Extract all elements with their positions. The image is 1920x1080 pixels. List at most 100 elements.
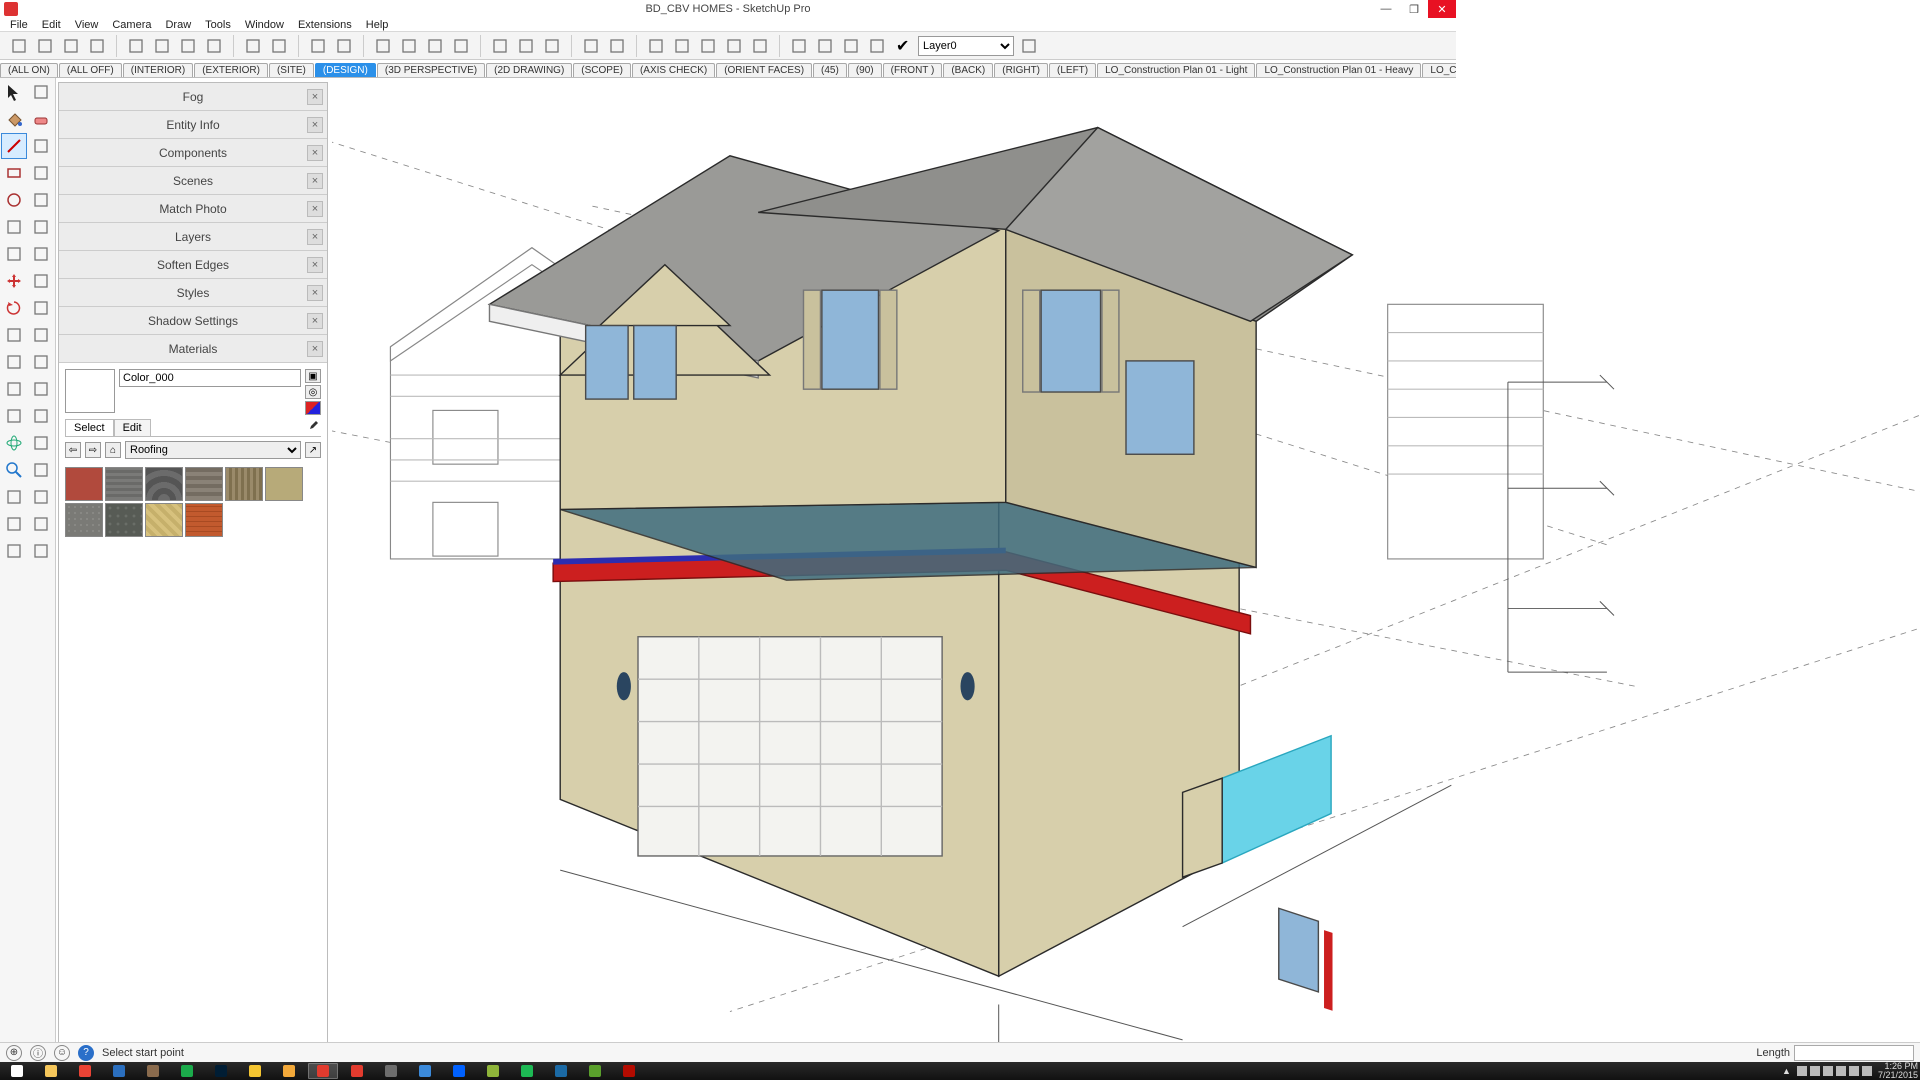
scene-tab[interactable]: LO_Construction Plan 01 - Light bbox=[1097, 63, 1255, 77]
outliner3-icon[interactable] bbox=[424, 35, 446, 57]
text-icon[interactable] bbox=[28, 376, 54, 402]
outliner4-icon[interactable] bbox=[450, 35, 472, 57]
taskbar-chrome-icon[interactable] bbox=[70, 1063, 100, 1079]
scene-tab[interactable]: (ALL ON) bbox=[0, 63, 58, 77]
model-viewport[interactable] bbox=[332, 78, 1920, 1054]
menu-extensions[interactable]: Extensions bbox=[292, 19, 358, 31]
rotate-icon[interactable] bbox=[1, 295, 27, 321]
text-a-icon[interactable] bbox=[242, 35, 264, 57]
materials-tab-edit[interactable]: Edit bbox=[114, 419, 151, 436]
text-z-icon[interactable] bbox=[268, 35, 290, 57]
tray-panel-close-icon[interactable]: × bbox=[307, 313, 323, 329]
materials-popout-icon[interactable]: ↗ bbox=[305, 442, 321, 458]
material-swatch-roofing-brick[interactable] bbox=[185, 503, 223, 537]
move-icon[interactable] bbox=[1, 268, 27, 294]
scene-tab[interactable]: (ORIENT FACES) bbox=[716, 63, 812, 77]
tray-panel-shadow-settings[interactable]: Shadow Settings× bbox=[59, 307, 327, 335]
freehand-icon[interactable] bbox=[28, 133, 54, 159]
tape-icon[interactable] bbox=[1, 349, 27, 375]
tray-mini-icon[interactable] bbox=[1836, 1066, 1846, 1076]
plan3-icon[interactable] bbox=[840, 35, 862, 57]
taskbar-gimp-icon[interactable] bbox=[138, 1063, 168, 1079]
taskbar-terminal-icon[interactable] bbox=[376, 1063, 406, 1079]
zoom-icon[interactable] bbox=[1, 457, 27, 483]
roof2-icon[interactable] bbox=[606, 35, 628, 57]
taskbar-spotify-icon[interactable] bbox=[512, 1063, 542, 1079]
material-swatch-roofing-gray-shingle[interactable] bbox=[105, 467, 143, 501]
prev-icon[interactable] bbox=[28, 538, 54, 564]
cube1-icon[interactable] bbox=[125, 35, 147, 57]
polygon-icon[interactable] bbox=[28, 187, 54, 213]
user-icon[interactable]: ☺ bbox=[54, 1045, 70, 1061]
tray-panel-close-icon[interactable]: × bbox=[307, 257, 323, 273]
orbit-icon[interactable] bbox=[1, 430, 27, 456]
scene-tab[interactable]: (BACK) bbox=[943, 63, 993, 77]
earth-icon[interactable] bbox=[86, 35, 108, 57]
taskbar-sketchup-icon[interactable] bbox=[308, 1063, 338, 1079]
taskbar-clock[interactable]: 1:26 PM7/21/2015 bbox=[1878, 1062, 1918, 1080]
scene-tab[interactable]: (SITE) bbox=[269, 63, 314, 77]
line-icon[interactable] bbox=[1, 133, 27, 159]
layer-stack-icon[interactable] bbox=[333, 35, 355, 57]
layer-visible-check[interactable]: ✔ bbox=[896, 36, 910, 56]
hidden-icon[interactable] bbox=[515, 35, 537, 57]
tray-panel-close-icon[interactable]: × bbox=[307, 229, 323, 245]
scene-tab[interactable]: (EXTERIOR) bbox=[194, 63, 268, 77]
scene-tab[interactable]: (FRONT ) bbox=[883, 63, 943, 77]
scale-icon[interactable] bbox=[1, 322, 27, 348]
tray-panel-scenes[interactable]: Scenes× bbox=[59, 167, 327, 195]
plan4-icon[interactable] bbox=[866, 35, 888, 57]
arc-icon[interactable] bbox=[1, 214, 27, 240]
tray-panel-components[interactable]: Components× bbox=[59, 139, 327, 167]
eyedropper-icon[interactable] bbox=[305, 420, 321, 436]
material-swatch-roofing-asphalt[interactable] bbox=[185, 467, 223, 501]
window4-icon[interactable] bbox=[723, 35, 745, 57]
tray-mini-icon[interactable] bbox=[1823, 1066, 1833, 1076]
minimize-button[interactable]: — bbox=[1372, 0, 1400, 18]
taskbar-explorer-icon[interactable] bbox=[36, 1063, 66, 1079]
geo-icon[interactable]: ⊕ bbox=[6, 1045, 22, 1061]
scene-tab[interactable]: (90) bbox=[848, 63, 882, 77]
material-name-input[interactable] bbox=[119, 369, 301, 387]
make-component-icon[interactable] bbox=[28, 79, 54, 105]
cube3-icon[interactable] bbox=[177, 35, 199, 57]
taskbar-store-icon[interactable] bbox=[172, 1063, 202, 1079]
roof1-icon[interactable] bbox=[580, 35, 602, 57]
material-swatch-roofing-stone[interactable] bbox=[105, 503, 143, 537]
cube4-icon[interactable] bbox=[203, 35, 225, 57]
dimension-icon[interactable] bbox=[28, 349, 54, 375]
materials-nav-home-icon[interactable]: ⌂ bbox=[105, 442, 121, 458]
tray-mini-icon[interactable] bbox=[1849, 1066, 1859, 1076]
3dtext-icon[interactable] bbox=[28, 403, 54, 429]
zoom-extents-icon[interactable] bbox=[1, 484, 27, 510]
outliner2-icon[interactable] bbox=[398, 35, 420, 57]
material-swatch-roofing-tan-tile[interactable] bbox=[145, 503, 183, 537]
material-swatch-roofing-wood[interactable] bbox=[225, 467, 263, 501]
menu-help[interactable]: Help bbox=[360, 19, 395, 31]
material-swatch-roofing-tan[interactable] bbox=[265, 467, 303, 501]
scene-tab[interactable]: (RIGHT) bbox=[994, 63, 1048, 77]
pushpull-icon[interactable] bbox=[28, 268, 54, 294]
offset-icon[interactable] bbox=[28, 322, 54, 348]
circle-icon[interactable] bbox=[1, 187, 27, 213]
taskbar-calc-icon[interactable] bbox=[410, 1063, 440, 1079]
taskbar-dropbox-icon[interactable] bbox=[444, 1063, 474, 1079]
dashed-icon[interactable] bbox=[541, 35, 563, 57]
tray-panel-soften-edges[interactable]: Soften Edges× bbox=[59, 251, 327, 279]
menu-view[interactable]: View bbox=[69, 19, 105, 31]
shaded-icon[interactable] bbox=[489, 35, 511, 57]
look-around-icon[interactable] bbox=[1, 511, 27, 537]
tray-panel-materials[interactable]: Materials× bbox=[59, 335, 327, 363]
menu-draw[interactable]: Draw bbox=[159, 19, 197, 31]
taskbar-folder2-icon[interactable] bbox=[274, 1063, 304, 1079]
help-icon[interactable]: ? bbox=[78, 1045, 94, 1061]
taskbar-camtasia-icon[interactable] bbox=[580, 1063, 610, 1079]
scene-tab[interactable]: (SCOPE) bbox=[573, 63, 631, 77]
layer-cube-icon[interactable] bbox=[307, 35, 329, 57]
active-layer-select[interactable]: Layer0 bbox=[918, 36, 1014, 56]
scene-tab[interactable]: (AXIS CHECK) bbox=[632, 63, 715, 77]
plan2-icon[interactable] bbox=[814, 35, 836, 57]
protractor-icon[interactable] bbox=[1, 376, 27, 402]
taskbar-notepadpp-icon[interactable] bbox=[478, 1063, 508, 1079]
scene-tab[interactable]: (3D PERSPECTIVE) bbox=[377, 63, 485, 77]
